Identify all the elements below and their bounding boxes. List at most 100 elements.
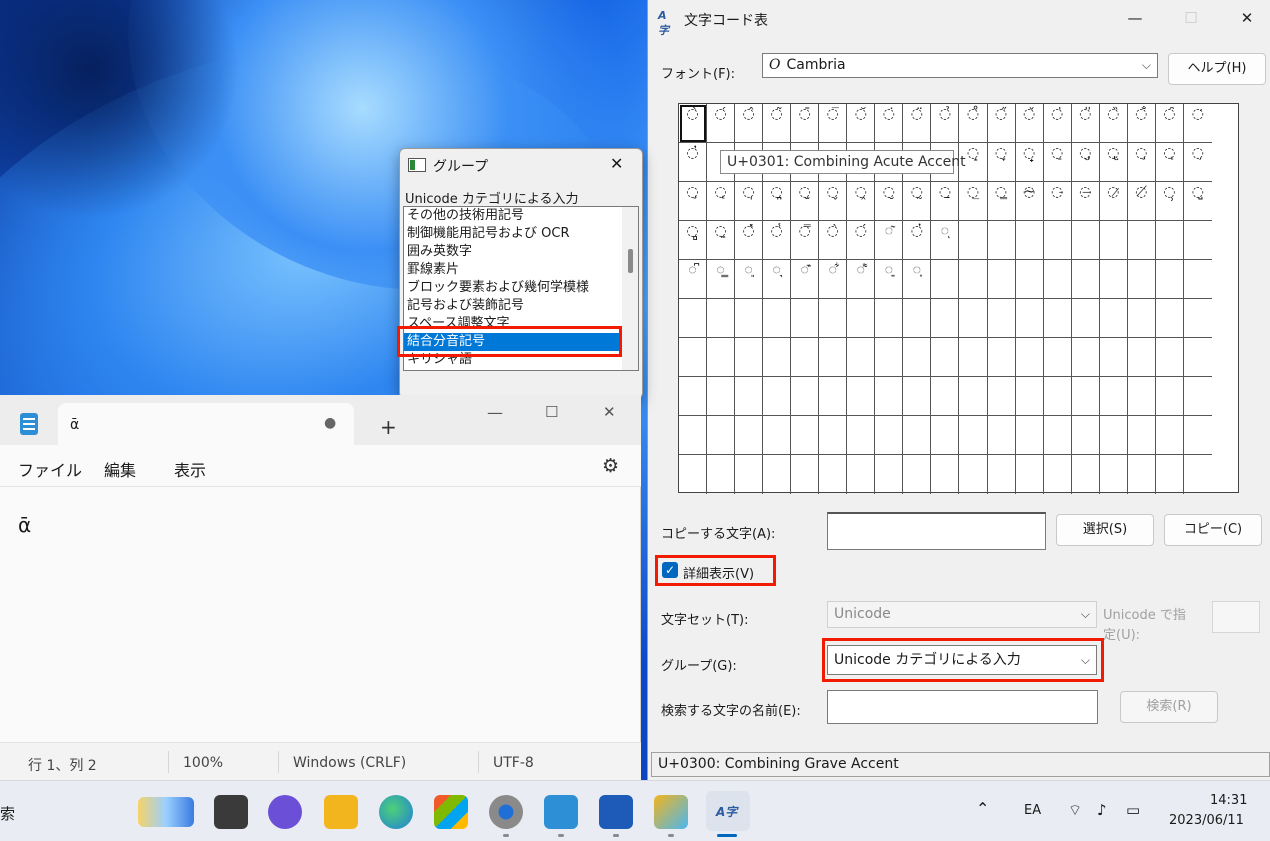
character-cell[interactable] xyxy=(1155,416,1184,455)
character-cell[interactable] xyxy=(707,338,736,377)
wifi-icon[interactable]: ⌔ xyxy=(1068,801,1082,820)
character-cell[interactable] xyxy=(1099,338,1128,377)
character-cell[interactable] xyxy=(679,416,708,455)
character-cell[interactable] xyxy=(847,338,876,377)
character-cell[interactable]: ◌͉ xyxy=(763,260,792,299)
character-cell[interactable]: ◌̽ xyxy=(735,221,764,260)
character-cell[interactable] xyxy=(819,416,848,455)
character-cell[interactable]: ◌̨ xyxy=(1155,143,1184,182)
character-cell[interactable] xyxy=(1043,221,1072,260)
character-cell[interactable] xyxy=(791,338,820,377)
group-list-item[interactable]: ブロック要素および幾何学模様 xyxy=(404,279,638,297)
character-cell[interactable]: ◌̻ xyxy=(679,221,708,260)
character-cell[interactable] xyxy=(931,455,960,494)
character-cell[interactable] xyxy=(1155,221,1184,260)
character-cell[interactable] xyxy=(1156,455,1184,494)
file-explorer-icon[interactable] xyxy=(324,795,358,829)
select-button[interactable]: 選択(S) xyxy=(1056,514,1154,546)
character-cell[interactable] xyxy=(1015,260,1044,299)
character-cell[interactable] xyxy=(707,416,736,455)
character-cell[interactable]: ◌̺ xyxy=(1183,182,1212,221)
character-cell[interactable] xyxy=(791,455,820,494)
character-cell[interactable] xyxy=(819,299,848,338)
character-cell[interactable] xyxy=(1099,416,1128,455)
character-cell[interactable]: ◌̠ xyxy=(1043,143,1072,182)
character-cell[interactable]: ◌̫ xyxy=(791,182,820,221)
character-cell[interactable] xyxy=(1071,221,1100,260)
character-cell[interactable]: ◌̆ xyxy=(847,104,876,143)
character-cell[interactable] xyxy=(707,377,736,416)
character-cell[interactable] xyxy=(1183,338,1212,377)
character-cell[interactable] xyxy=(847,416,876,455)
status-encoding[interactable]: UTF-8 xyxy=(493,755,534,771)
menu-view[interactable]: 表示 xyxy=(174,457,206,481)
character-cell[interactable] xyxy=(1183,416,1212,455)
group-list-item[interactable]: 記号および装飾記号 xyxy=(404,297,638,315)
character-cell[interactable]: ◌͋ xyxy=(819,260,848,299)
character-cell[interactable] xyxy=(959,455,988,494)
character-cell[interactable] xyxy=(1184,455,1212,494)
character-cell[interactable]: ◌̏ xyxy=(1099,104,1128,143)
notepad-tab[interactable]: ᾱ ● xyxy=(58,403,354,445)
character-cell[interactable] xyxy=(987,377,1016,416)
character-cell[interactable] xyxy=(959,377,988,416)
close-button[interactable]: ✕ xyxy=(603,403,616,421)
character-cell[interactable] xyxy=(847,455,876,494)
character-cell[interactable] xyxy=(1015,299,1044,338)
character-cell[interactable] xyxy=(1043,338,1072,377)
character-cell[interactable]: ◌̦ xyxy=(1183,143,1212,182)
character-cell[interactable]: ◌̧ xyxy=(679,182,708,221)
character-cell[interactable] xyxy=(959,221,988,260)
character-cell[interactable]: ◌̷ xyxy=(1099,182,1128,221)
character-cell[interactable] xyxy=(1127,338,1156,377)
status-line-ending[interactable]: Windows (CRLF) xyxy=(293,755,406,771)
character-cell[interactable] xyxy=(679,455,708,494)
character-cell[interactable] xyxy=(1071,299,1100,338)
notepad-taskbar-icon[interactable] xyxy=(544,795,578,829)
group-dialog-close-icon[interactable]: ✕ xyxy=(610,154,623,173)
character-cell[interactable]: ◌̱ xyxy=(931,182,960,221)
character-cell[interactable] xyxy=(903,416,932,455)
character-cell[interactable]: ◌̶ xyxy=(1071,182,1100,221)
character-cell[interactable] xyxy=(1015,221,1044,260)
character-cell[interactable]: ◌̢ xyxy=(1099,143,1128,182)
search-highlight-icon[interactable] xyxy=(138,797,194,827)
character-cell[interactable] xyxy=(987,338,1016,377)
character-cell[interactable] xyxy=(1043,299,1072,338)
character-cell[interactable] xyxy=(735,338,764,377)
character-cell[interactable] xyxy=(1099,299,1128,338)
charmap-taskbar-icon[interactable]: A字 xyxy=(706,791,750,831)
character-cell[interactable]: ◌̍ xyxy=(1043,104,1072,143)
character-cell[interactable] xyxy=(1015,416,1044,455)
character-cell[interactable] xyxy=(931,299,960,338)
character-cell[interactable] xyxy=(959,299,988,338)
paint-icon[interactable] xyxy=(654,795,688,829)
character-cell[interactable]: ◌̾ xyxy=(763,221,792,260)
character-cell[interactable]: ◌̅ xyxy=(819,104,848,143)
character-cell[interactable] xyxy=(679,338,708,377)
character-cell[interactable]: ◌̧ xyxy=(1127,143,1156,182)
character-cell[interactable] xyxy=(1183,221,1212,260)
character-cell[interactable]: ◌̪ xyxy=(763,182,792,221)
character-cell[interactable] xyxy=(1044,455,1072,494)
character-cell[interactable]: ◌̋ xyxy=(987,104,1016,143)
character-cell[interactable] xyxy=(1127,221,1156,260)
character-cell[interactable]: ◌ͅ xyxy=(931,221,960,260)
character-cell[interactable] xyxy=(1043,416,1072,455)
character-cell[interactable] xyxy=(1043,260,1072,299)
character-cell[interactable] xyxy=(707,455,736,494)
character-cell[interactable]: ◌͆ xyxy=(679,260,708,299)
character-cell[interactable]: ◌̞ xyxy=(987,143,1016,182)
new-tab-plus-icon[interactable]: + xyxy=(380,415,397,439)
character-cell[interactable] xyxy=(931,416,960,455)
character-cell[interactable] xyxy=(1043,377,1072,416)
character-cell[interactable]: ◌̮ xyxy=(875,182,904,221)
character-cell[interactable] xyxy=(1099,377,1128,416)
character-cell[interactable]: ◌̨ xyxy=(707,182,736,221)
character-cell[interactable]: ◌̇ xyxy=(875,104,904,143)
character-cell[interactable]: ◌̭ xyxy=(847,182,876,221)
character-cell[interactable]: ◌͊ xyxy=(791,260,820,299)
notepad-text-area[interactable]: ᾱ xyxy=(18,513,31,537)
character-cell[interactable] xyxy=(959,338,988,377)
character-cell[interactable]: ◌̒ xyxy=(1183,104,1212,143)
